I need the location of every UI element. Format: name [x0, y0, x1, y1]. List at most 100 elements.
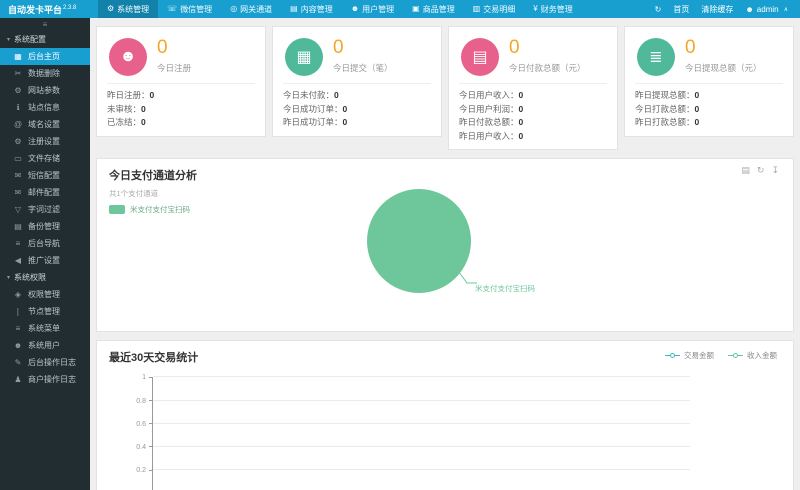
plot-gridline: [153, 469, 690, 471]
sidebar-item-register-settings[interactable]: ⚙ 注册设置: [0, 133, 90, 150]
stat-detail-row: 昨日用户收入：0: [459, 130, 607, 144]
stat-detail-row: 今日用户利润：0: [459, 103, 607, 117]
data-view-icon[interactable]: ▤: [741, 165, 750, 176]
stat-detail-label: 今日用户收入：: [459, 90, 519, 100]
sidebar-item-admin-log[interactable]: ✎ 后台操作日志: [0, 354, 90, 371]
sidebar-item-label: 推广设置: [28, 256, 60, 265]
sidebar-item-mail-config[interactable]: ✉ 邮件配置: [0, 184, 90, 201]
clipboard-icon: ▤: [14, 221, 22, 231]
topnav-item-wechat[interactable]: ☏ 微信管理: [158, 0, 221, 18]
person-icon: ♟: [14, 374, 22, 384]
sidebar-group-config[interactable]: ▾ 系统配置: [0, 31, 90, 48]
stat-detail-label: 未审核：: [107, 103, 142, 114]
refresh-icon[interactable]: ↻: [757, 165, 765, 176]
sidebar-item-sms-config[interactable]: ✉ 短信配置: [0, 167, 90, 184]
users-icon: ☻: [13, 340, 23, 350]
line-legend-item-trade[interactable]: 交易金额: [665, 350, 714, 361]
stat-detail-value: 0: [518, 117, 524, 128]
sidebar-item-label: 备份管理: [28, 222, 60, 231]
caret-up-icon: ∧: [783, 6, 788, 13]
stat-detail-value: 0: [342, 103, 348, 114]
sidebar-item-word-filter[interactable]: ▽ 字词过滤: [0, 201, 90, 218]
app-logo[interactable]: 自动发卡平台2.3.8: [0, 3, 98, 16]
sidebar-item-permission[interactable]: ◈ 权限管理: [0, 286, 90, 303]
sidebar-item-system-user[interactable]: ☻ 系统用户: [0, 337, 90, 354]
line-panel: 最近30天交易统计 交易金额收入金额 00.20.40.60.812019-05…: [96, 340, 794, 490]
topnav-item-system[interactable]: ⚙ 系统管理: [98, 0, 159, 18]
stat-card-today-withdraw: ≣ 0 今日提现总额（元） 昨日提现总额：0 今日打款总额：0 昨日打款总额：0: [624, 26, 794, 137]
topnav-item-content[interactable]: ▤ 内容管理: [281, 0, 342, 18]
stat-detail-row: 已冻结：0: [107, 116, 255, 130]
y-axis-tick: [149, 376, 153, 378]
sidebar-item-label: 域名设置: [28, 120, 60, 129]
stat-detail-value: 0: [141, 117, 146, 128]
stat-icon-circle: ☻: [109, 38, 147, 76]
stat-detail-value: 0: [149, 90, 155, 100]
list-icon: ≡: [15, 238, 21, 248]
topnav-label-wechat: 微信管理: [180, 4, 213, 14]
topnav-item-gateway[interactable]: ◎ 网关通道: [221, 0, 281, 18]
users-icon: ☻: [350, 4, 360, 13]
sidebar-item-label: 短信配置: [28, 171, 60, 180]
sidebar-item-label: 邮件配置: [28, 188, 60, 197]
sidebar-item-admin-nav[interactable]: ≡ 后台导航: [0, 235, 90, 252]
stat-detail-value: 0: [141, 103, 146, 114]
caret-down-icon: ▾: [7, 37, 11, 43]
topnav-item-user[interactable]: ☻ 用户管理: [342, 0, 403, 18]
topnav-label-system: 系统管理: [117, 4, 150, 14]
group-users-icon: ☻: [119, 48, 137, 65]
topnav-item-finance[interactable]: ¥ 财务管理: [524, 0, 581, 18]
document-icon: ▤: [290, 4, 298, 13]
globe-icon: @: [13, 119, 23, 129]
megaphone-icon: ◀: [14, 255, 22, 265]
sidebar-item-file-storage[interactable]: ▭ 文件存储: [0, 150, 90, 167]
sidebar-item-site-params[interactable]: ⚙ 网站参数: [0, 82, 90, 99]
bar-chart-icon: ▥: [472, 4, 481, 13]
sidebar-item-merchant-log[interactable]: ♟ 商户操作日志: [0, 371, 90, 388]
sidebar-item-site-info[interactable]: ℹ 站点信息: [0, 99, 90, 116]
stat-card-today-payment: ▤ 0 今日付款总额（元） 今日用户收入：0 今日用户利润：0 昨日付款总额：0 昨日用户收…: [448, 26, 618, 151]
menu-icon: ≡: [15, 323, 21, 333]
stat-label: 今日注册: [157, 62, 192, 73]
topbar-home[interactable]: 首页: [673, 4, 689, 15]
sidebar-collapse-icon[interactable]: ≡: [0, 18, 90, 31]
stat-icon-circle: ≣: [637, 38, 675, 76]
legend-line-marker: [728, 352, 743, 359]
gateway-icon: ◎: [230, 4, 238, 13]
y-axis-tick: [149, 400, 153, 402]
topnav-item-goods[interactable]: ▣ 商品管理: [403, 0, 464, 18]
sidebar-item-node[interactable]: ∣ 节点管理: [0, 303, 90, 320]
dashboard-icon: ▦: [14, 51, 22, 61]
sidebar-item-dashboard[interactable]: ▦ 后台主页: [0, 48, 90, 65]
stat-detail-row: 今日打款总额：0: [635, 103, 783, 117]
download-icon[interactable]: ↧: [771, 165, 779, 176]
lock-icon: ◈: [14, 289, 22, 299]
calendar-icon: ▦: [296, 49, 312, 66]
sidebar-item-domain-settings[interactable]: @ 域名设置: [0, 116, 90, 133]
pie-legend-item[interactable]: 米支付支付宝扫码: [109, 204, 190, 215]
sidebar-item-data-delete[interactable]: ✂ 数据删除: [0, 65, 90, 82]
stat-detail-row: 今日成功订单：0: [283, 103, 431, 117]
line-legend-label: 收入金额: [747, 351, 777, 361]
sidebar-item-promotion[interactable]: ◀ 推广设置: [0, 252, 90, 269]
key-icon: ✂: [14, 68, 22, 78]
topbar-refresh[interactable]: ↻: [655, 5, 662, 14]
stat-card-header: ☻ 0 今日注册: [107, 35, 255, 76]
topbar-clear-cache[interactable]: 清除缓存: [701, 4, 733, 15]
stat-detail-value: 0: [694, 117, 700, 128]
database-icon: ≣: [649, 49, 663, 66]
topbar-admin-user[interactable]: ☻ admin ∧: [745, 5, 788, 14]
stat-detail-row: 今日未付款：0: [283, 89, 431, 103]
sidebar-item-label: 后台导航: [28, 239, 60, 248]
y-axis-tick: [149, 469, 153, 471]
info-icon: ℹ: [16, 102, 20, 112]
sidebar-group-auth[interactable]: ▾ 系统权限: [0, 269, 90, 286]
sidebar-item-label: 注册设置: [28, 137, 60, 146]
sidebar-item-system-menu[interactable]: ≡ 系统菜单: [0, 320, 90, 337]
y-axis-tick: [149, 446, 153, 448]
topnav-item-trade[interactable]: ▥ 交易明细: [464, 0, 525, 18]
sidebar-item-backup[interactable]: ▤ 备份管理: [0, 218, 90, 235]
line-legend-item-income[interactable]: 收入金额: [728, 350, 777, 361]
line-chart-plot: 00.20.40.60.812019-05-302019-06-012019-0…: [136, 374, 690, 490]
topnav-label-goods: 商品管理: [422, 4, 455, 14]
